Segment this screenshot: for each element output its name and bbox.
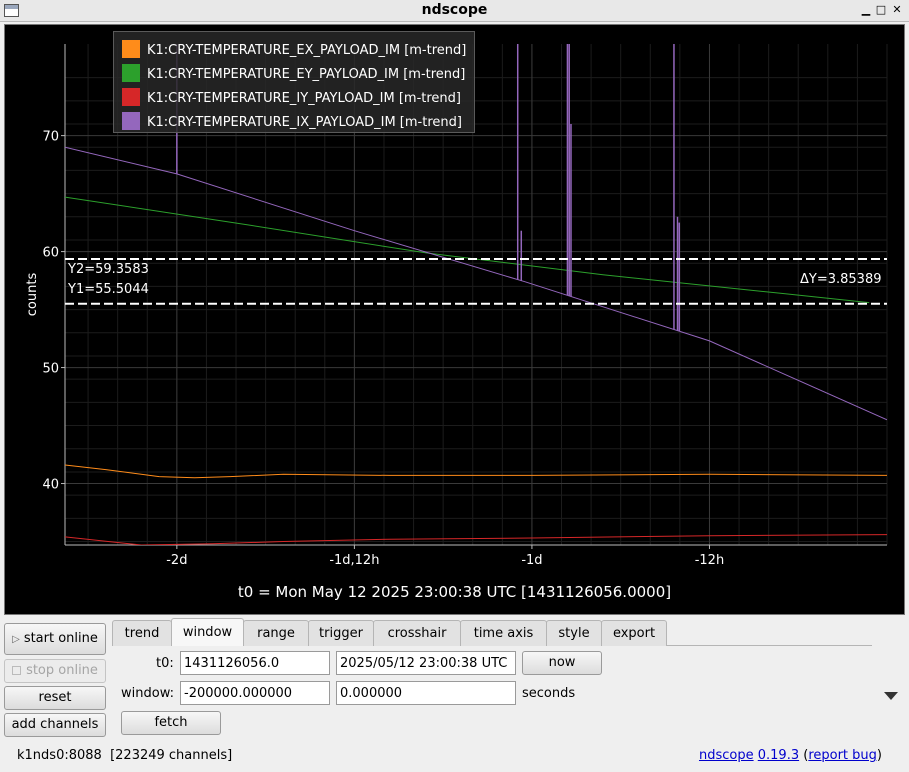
x-tick-label: -1d [521,553,542,568]
play-icon: ▷ [12,634,20,645]
tab-crosshair[interactable]: crosshair [373,620,461,646]
minimize-icon[interactable]: ▁ [858,2,874,18]
tab-export[interactable]: export [601,620,667,646]
cursor-delta-label: ΔY=3.85389 [800,272,882,287]
legend-entry[interactable]: K1:CRY-TEMPERATURE_IX_PAYLOAD_IM [m-tren… [122,112,462,132]
legend-label: K1:CRY-TEMPERATURE_EX_PAYLOAD_IM [m-tren… [147,43,467,58]
status-links: ndscope 0.19.3 (report bug) [699,748,882,763]
start-online-label: start online [23,631,98,646]
t0-label: t0 = Mon May 12 2025 23:00:38 UTC [14311… [237,583,672,601]
window-field-label: window: [121,686,174,701]
x-tick-label: -12h [695,553,724,568]
close-icon[interactable]: ✕ [889,2,905,18]
version-link[interactable]: 0.19.3 [758,748,799,763]
legend-label: K1:CRY-TEMPERATURE_IX_PAYLOAD_IM [m-tren… [147,115,462,130]
y-tick-label: 70 [42,130,59,145]
stop-icon [12,666,22,675]
tab-trigger[interactable]: trigger [308,620,374,646]
t0-utc-input[interactable] [336,651,516,675]
legend-label: K1:CRY-TEMPERATURE_IY_PAYLOAD_IM [m-tren… [147,91,461,106]
legend-entry[interactable]: K1:CRY-TEMPERATURE_EY_PAYLOAD_IM [m-tren… [122,64,465,84]
window-start-input[interactable] [180,681,330,705]
reset-button[interactable]: reset [4,686,106,710]
stop-online-button: stop online [4,659,106,683]
seconds-label: seconds [522,686,576,701]
window-title: ndscope [421,2,488,18]
legend-label: K1:CRY-TEMPERATURE_EY_PAYLOAD_IM [m-tren… [147,67,466,82]
status-server: k1nds0:8088 [223249 channels] [17,748,232,763]
tab-range[interactable]: range [243,620,309,646]
x-tick-label: -2d [166,553,187,568]
add-channels-button[interactable]: add channels [4,713,106,737]
fetch-button[interactable]: fetch [121,711,221,735]
y-axis-label: counts [25,273,40,317]
now-button[interactable]: now [522,651,602,675]
report-bug-link[interactable]: report bug [808,748,877,763]
paren-close: ) [876,748,882,763]
tab-style[interactable]: style [546,620,602,646]
start-online-button[interactable]: ▷ start online [4,623,106,655]
title-bar: ndscope ▁ □ ✕ [0,0,909,22]
paren-open: ( [799,748,809,763]
legend-entry[interactable]: K1:CRY-TEMPERATURE_EX_PAYLOAD_IM [m-tren… [122,40,466,60]
y-tick-label: 50 [42,362,59,377]
legend-swatch [122,112,140,130]
legend-swatch [122,40,140,58]
server-address: k1nds0:8088 [17,748,102,763]
t0-field-label: t0: [156,656,174,671]
channel-count: [223249 channels] [110,748,233,763]
t0-gps-input[interactable] [180,651,330,675]
ndscope-link[interactable]: ndscope [699,748,754,763]
tab-trend[interactable]: trend [112,620,172,646]
y-tick-label: 60 [42,246,59,261]
tab-window[interactable]: window [171,618,244,646]
expand-panel-icon[interactable] [884,692,898,700]
legend-swatch [122,88,140,106]
stop-online-label: stop online [26,663,98,678]
maximize-icon[interactable]: □ [873,2,889,18]
cursor-y2-label: Y2=59.3583 [68,262,149,277]
window-end-input[interactable] [336,681,516,705]
series-line-3 [65,534,887,545]
y-tick-label: 40 [42,478,59,493]
x-tick-label: -1d,12h [329,553,379,568]
tab-time-axis[interactable]: time axis [460,620,547,646]
series-line-1 [65,464,887,479]
legend-entry[interactable]: K1:CRY-TEMPERATURE_IY_PAYLOAD_IM [m-tren… [122,88,461,108]
chart-legend[interactable]: K1:CRY-TEMPERATURE_EX_PAYLOAD_IM [m-tren… [113,31,475,133]
cursor-y1-label: Y1=55.5044 [68,282,149,297]
legend-swatch [122,64,140,82]
